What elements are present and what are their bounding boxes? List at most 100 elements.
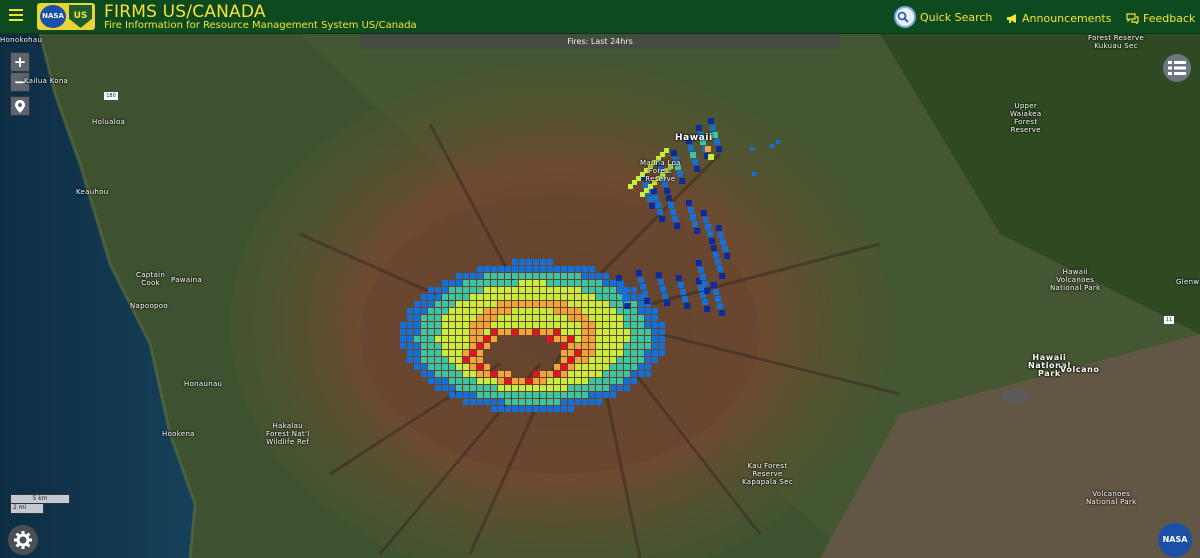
fire-pixel <box>470 392 476 398</box>
fire-pixel <box>442 280 448 286</box>
fire-pixel <box>652 336 658 342</box>
fire-pixel <box>620 289 626 295</box>
fire-pixel <box>617 357 623 363</box>
fire-pixel <box>705 146 711 152</box>
fire-pixel <box>470 357 476 363</box>
fire-pixel <box>645 357 651 363</box>
fire-pixel <box>638 315 644 321</box>
fire-pixel <box>491 308 497 314</box>
fire-pixel <box>414 308 420 314</box>
fire-pixel <box>582 399 588 405</box>
fire-pixel <box>596 308 602 314</box>
fire-pixel <box>568 385 574 391</box>
fire-pixel <box>456 371 462 377</box>
fire-pixel <box>631 287 637 293</box>
fire-pixel <box>596 336 602 342</box>
fire-pixel <box>484 287 490 293</box>
fire-pixel <box>526 399 532 405</box>
fire-pixel <box>435 343 441 349</box>
fire-pixel <box>589 392 595 398</box>
fire-pixel <box>477 336 483 342</box>
fire-pixel <box>477 364 483 370</box>
fire-pixel <box>690 152 696 158</box>
fire-pixel <box>662 293 669 299</box>
fire-pixel <box>442 294 448 300</box>
fire-pixel <box>414 364 420 370</box>
fire-pixel <box>685 200 692 206</box>
fire-pixel <box>657 209 664 215</box>
fire-pixel <box>582 329 588 335</box>
fire-pixel <box>687 145 694 151</box>
fire-pixel <box>697 267 704 273</box>
hamburger-menu-icon[interactable] <box>9 9 23 23</box>
fire-pixel <box>428 371 434 377</box>
fire-pixel <box>554 371 560 377</box>
fire-pixel <box>449 322 455 328</box>
fire-pixel <box>400 329 406 335</box>
fire-pixel <box>603 301 609 307</box>
fire-pixel <box>704 306 711 312</box>
fire-pixel <box>575 399 581 405</box>
fire-pixel <box>647 196 654 202</box>
fire-pixel <box>540 322 546 328</box>
fire-pixel <box>519 287 525 293</box>
fire-pixel <box>463 322 469 328</box>
fire-pixel <box>456 336 462 342</box>
fire-pixel <box>603 329 609 335</box>
map-label-captain-cook: Captain Cook <box>136 271 166 287</box>
fire-pixel <box>470 378 476 384</box>
feedback-button[interactable]: Feedback <box>1126 10 1195 26</box>
fire-pixel <box>477 322 483 328</box>
quick-search-button[interactable]: Quick Search <box>894 6 992 28</box>
fire-pixel <box>708 154 714 160</box>
fire-pixel <box>638 336 644 342</box>
settings-button[interactable] <box>8 525 38 555</box>
fire-pixel <box>505 385 511 391</box>
fire-pixel <box>589 266 595 272</box>
fire-pixel <box>589 399 595 405</box>
fire-pixel <box>512 315 518 321</box>
fire-pixel <box>561 350 567 356</box>
fire-pixel <box>449 336 455 342</box>
fire-pixel <box>477 308 483 314</box>
route-11-shield: 11 <box>1164 316 1174 324</box>
fire-pixel <box>477 371 483 377</box>
layers-button[interactable] <box>1163 54 1191 82</box>
fire-pixel <box>463 385 469 391</box>
fire-pixel <box>505 392 511 398</box>
map-label-hvnp: Hawaii Volcanoes National Park <box>1050 268 1101 292</box>
fire-pixel <box>610 336 616 342</box>
map-label-hookena: Hookena <box>162 430 195 438</box>
usfs-shield-logo: US <box>69 5 92 28</box>
fire-pixel <box>505 371 511 377</box>
fire-pixel <box>477 350 483 356</box>
fire-pixel <box>421 343 427 349</box>
fire-pixel <box>540 392 546 398</box>
announcements-button[interactable]: Announcements <box>1006 10 1111 26</box>
map-view[interactable]: + − NASA 5 km 2 mi 180 11 Honokohau Kail… <box>0 34 1200 558</box>
fire-pixel <box>526 273 532 279</box>
fire-pixel <box>561 294 567 300</box>
fire-pixel <box>491 266 497 272</box>
fire-pixel <box>582 308 588 314</box>
zoom-in-button[interactable]: + <box>10 52 30 72</box>
fire-pixel <box>463 301 469 307</box>
locate-button[interactable] <box>10 96 30 116</box>
fire-pixel <box>463 392 469 398</box>
fire-pixel <box>575 357 581 363</box>
fire-pixel <box>610 357 616 363</box>
fire-pixel <box>645 336 651 342</box>
fire-pixel <box>463 399 469 405</box>
comments-icon <box>1126 12 1139 24</box>
fire-pixel <box>617 329 623 335</box>
fire-pixel <box>659 336 665 342</box>
fire-pixel <box>428 343 434 349</box>
fire-pixel <box>428 336 434 342</box>
fire-pixel <box>707 118 714 124</box>
fire-pixel <box>582 343 588 349</box>
fire-pixel <box>456 364 462 370</box>
fire-pixel <box>512 308 518 314</box>
fire-pixel <box>714 139 721 145</box>
fire-pixel <box>498 301 504 307</box>
fire-pixel <box>414 357 420 363</box>
